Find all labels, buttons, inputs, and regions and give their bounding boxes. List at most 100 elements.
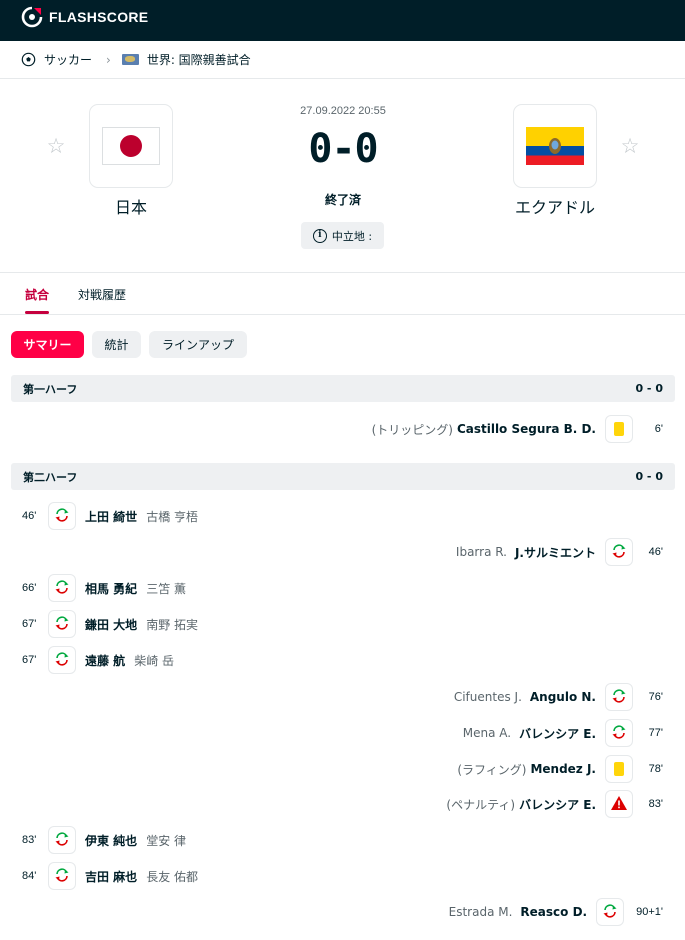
world-flag-icon (121, 54, 139, 65)
incident-player[interactable]: 相馬 勇紀 (85, 580, 137, 597)
incident-row: Estrada M. Reasco D. 90+1' (449, 898, 663, 926)
incident-row: (ラフィング) Mendez J. 78' (457, 755, 663, 783)
incident-player[interactable]: Angulo N. (530, 690, 596, 704)
active-tab-indicator (25, 311, 49, 314)
logo-text: FLASHSCORE (49, 9, 149, 25)
match-header: ☆ 日本 27.09.2022 20:55 0-0 終了済 i 中立地 : エク… (0, 80, 685, 273)
match-tabs: 試合 対戦履歴 (0, 274, 685, 315)
info-icon: i (312, 228, 327, 243)
tab-match[interactable]: 試合 (25, 286, 49, 303)
breadcrumb-sport[interactable]: サッカー (44, 51, 92, 68)
top-bar: FLASHSCORE (0, 0, 685, 41)
substitution-icon (54, 831, 70, 850)
incident-player-out[interactable]: 堂安 律 (146, 832, 186, 849)
incident-player-out[interactable]: Ibarra R. (456, 545, 507, 559)
incident-minute: 83' (22, 834, 37, 846)
substitution-icon (54, 615, 70, 634)
substitution-icon (611, 688, 627, 707)
incident-row: Cifuentes J. Angulo N. 76' (454, 683, 663, 711)
incident-description: (ペナルティ) (446, 797, 516, 812)
incident-player-out[interactable]: 古橋 亨梧 (146, 508, 198, 525)
incident-row: 67' 遠藤 航柴崎 岳 (22, 646, 174, 674)
incident-minute: 66' (22, 582, 37, 594)
incident-icon-box (48, 610, 76, 638)
substitution-icon (54, 507, 70, 526)
breadcrumb-competition[interactable]: 世界: 国際親善試合 (147, 51, 251, 68)
incident-minute: 84' (22, 870, 37, 882)
match-status: 終了済 (324, 193, 361, 207)
incident-player[interactable]: 上田 綺世 (85, 508, 137, 525)
incident-row: (トリッピング) Castillo Segura B. D. 6' (372, 415, 663, 443)
japan-flag-icon (102, 127, 160, 165)
venue-label: 中立地 : (331, 229, 373, 243)
incident-row: 67' 鎌田 大地 南野 拓実 (22, 610, 198, 638)
incident-player-out[interactable]: Estrada M. (449, 905, 513, 919)
incident-minute: 83' (648, 798, 663, 810)
section-title: 第一ハーフ (23, 382, 78, 396)
incident-icon-box (605, 538, 633, 566)
incident-minute: 77' (648, 727, 663, 739)
incident-row: 83' 伊東 純也 堂安 律 (22, 826, 186, 854)
incident-icon-box (48, 502, 76, 530)
section-score: 0 - 0 (635, 470, 663, 483)
home-team-name[interactable]: 日本 (61, 194, 201, 218)
incident-minute: 67' (22, 618, 37, 630)
incident-player[interactable]: バレンシア E. (519, 725, 596, 742)
incident-player[interactable]: 遠藤 航 (85, 652, 125, 669)
incident-player-out[interactable]: Mena A. (463, 726, 511, 740)
substitution-icon (602, 903, 618, 922)
section-score: 0 - 0 (635, 382, 663, 395)
tab-head-to-head[interactable]: 対戦履歴 (78, 286, 126, 303)
penalty-missed-icon (610, 795, 628, 814)
substitution-icon (54, 867, 70, 886)
substitution-icon (611, 724, 627, 743)
incident-row: 84' 吉田 麻也 長友 佑都 (22, 862, 198, 890)
incident-player-out[interactable]: 三笘 薫 (146, 580, 186, 597)
home-team-logo[interactable] (89, 104, 173, 188)
match-date: 27.09.2022 20:55 (300, 105, 386, 117)
yellow-card-icon (614, 422, 624, 436)
incident-minute: 76' (648, 691, 663, 703)
subtab-stats[interactable]: 統計 (92, 331, 141, 358)
flashscore-logo[interactable]: FLASHSCORE (21, 6, 148, 28)
venue-badge[interactable]: i 中立地 : (301, 222, 384, 249)
subtab-summary[interactable]: サマリー (11, 331, 84, 358)
incident-player[interactable]: 伊東 純也 (85, 832, 137, 849)
incident-player[interactable]: J.サルミエント (515, 544, 596, 561)
away-team-name[interactable]: エクアドル (485, 194, 625, 218)
incident-player[interactable]: Reasco D. (520, 905, 587, 919)
incident-player[interactable]: Mendez J. (530, 762, 596, 776)
substitution-icon (54, 579, 70, 598)
incident-icon-box (596, 898, 625, 926)
incident-minute: 90+1' (636, 906, 663, 918)
breadcrumb: サッカー › 世界: 国際親善試合 (0, 41, 685, 79)
incident-icon-box (48, 646, 76, 674)
incident-player-out[interactable]: 柴崎 岳 (134, 652, 174, 669)
incident-player-out[interactable]: Cifuentes J. (454, 690, 522, 704)
incident-minute: 78' (648, 763, 663, 775)
incident-row: 66' 相馬 勇紀 三笘 薫 (22, 574, 186, 602)
incident-row: Mena A. バレンシア E. 77' (463, 719, 663, 747)
section-title: 第二ハーフ (23, 470, 78, 484)
subtab-lineups[interactable]: ラインアップ (149, 331, 247, 358)
incident-player-out[interactable]: 長友 佑都 (146, 868, 198, 885)
incident-player[interactable]: 鎌田 大地 (85, 616, 137, 633)
substitution-icon (611, 543, 627, 562)
incident-player[interactable]: 吉田 麻也 (85, 868, 137, 885)
incident-icon-box (605, 790, 633, 818)
incident-minute: 6' (654, 423, 663, 435)
incident-player[interactable]: Castillo Segura B. D. (457, 422, 596, 436)
home-favorite-star-icon[interactable]: ☆ (45, 135, 67, 157)
incident-row: 46' 上田 綺世 古橋 亨梧 (22, 502, 198, 530)
incident-icon-box (605, 683, 633, 711)
section-second-half: 第二ハーフ 0 - 0 (11, 463, 675, 490)
match-score: 0-0 (308, 126, 378, 172)
incident-icon-box (48, 826, 76, 854)
section-first-half: 第一ハーフ 0 - 0 (11, 375, 675, 402)
incident-description: (ラフィング) (457, 762, 527, 777)
flashscore-logo-icon (21, 6, 43, 28)
incident-player-out[interactable]: 南野 拓実 (146, 616, 198, 633)
away-team-logo[interactable] (513, 104, 597, 188)
away-favorite-star-icon[interactable]: ☆ (619, 135, 641, 157)
incident-player[interactable]: バレンシア E. (519, 796, 596, 813)
